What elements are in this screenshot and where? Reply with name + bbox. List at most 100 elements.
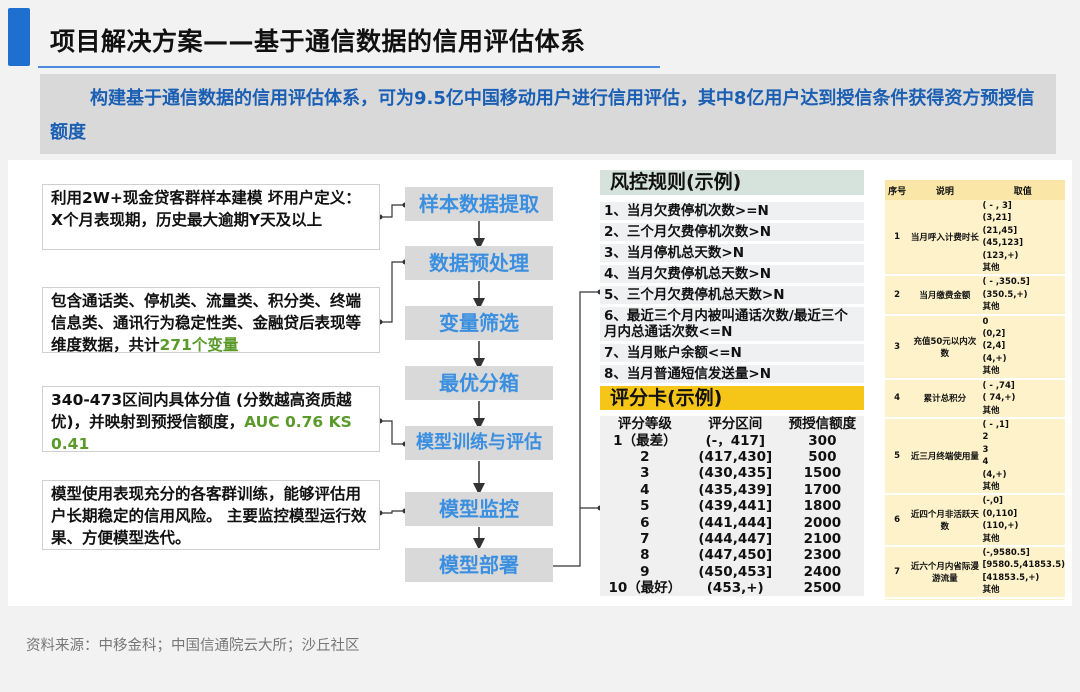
rule-item: 5、三个月欠费停机总天数>N bbox=[600, 286, 864, 304]
scorecard-row: 10（最好） (453,+) 2500 bbox=[600, 580, 864, 596]
scorecard-heading: 评分卡(示例) bbox=[600, 386, 864, 410]
scorecard-row: 8 (447,450] 2300 bbox=[600, 547, 864, 563]
step-model-deployment: 模型部署 bbox=[405, 548, 553, 582]
scorecard-grade: 5 bbox=[640, 498, 650, 515]
variable-value: (350.5,+) bbox=[982, 289, 1028, 300]
description-monitoring: 模型使用表现充分的各客群训练，能够评估用户长期稳定的信用风险。 主要监控模型运行… bbox=[42, 480, 380, 550]
rule-item: 6、最近三个月内被叫通话次数/最近三个月内总通话次数<=N bbox=[600, 307, 864, 341]
variable-values: ( - ,350.5] (350.5,+) 其他 bbox=[980, 275, 1065, 316]
scorecard-grade: 1（最差） bbox=[613, 432, 677, 449]
variable-no: 2 bbox=[885, 275, 910, 316]
variable-no: 1 bbox=[885, 200, 910, 277]
step-optimal-binning: 最优分箱 bbox=[405, 366, 553, 400]
variable-row: 6 近四个月非活跃天数 (-,0] (0,110] (110,+) 其他 bbox=[885, 494, 1065, 547]
scorecard-grade: 2 bbox=[640, 448, 650, 465]
variable-value: ( - ,1] bbox=[982, 419, 1009, 430]
variable-value: (110,+) bbox=[982, 521, 1019, 532]
variables-header-row: 序号 说明 取值 bbox=[885, 180, 1065, 200]
scorecard-limit: 2000 bbox=[803, 514, 842, 531]
scorecard-grade: 10（最好） bbox=[608, 580, 682, 597]
variable-value: 3 bbox=[982, 444, 989, 455]
variable-desc: 当月缴费金额 bbox=[909, 275, 981, 316]
variables-col-desc: 说明 bbox=[909, 180, 981, 200]
description-scoring: 340-473区间内具体分值 (分数越高资质越优)，并映射到预授信额度，AUC … bbox=[42, 386, 380, 453]
variable-value: (2,4] bbox=[982, 341, 1006, 352]
variable-no: 7 bbox=[885, 545, 910, 599]
rule-item: 7、当月账户余额<=N bbox=[600, 344, 864, 362]
scorecard-body: 1（最差） (-，417] 300 2 (417,430] 500 3 (430,435] 15… bbox=[600, 432, 864, 597]
step-preprocessing: 数据预处理 bbox=[405, 246, 553, 280]
scorecard-limit: 500 bbox=[808, 448, 837, 465]
variable-value: 其他 bbox=[982, 366, 1000, 377]
variable-value: (4,+) bbox=[982, 469, 1007, 480]
scorecard-range: (439,441] bbox=[698, 498, 773, 515]
scorecard-grade: 4 bbox=[640, 481, 650, 498]
scorecard-row: 5 (439,441] 1800 bbox=[600, 498, 864, 514]
scorecard-range: (450,453] bbox=[698, 563, 773, 580]
scorecard-table: 评分等级 评分区间 预授信额度 1（最差） (-，417] 300 2 (417,430… bbox=[600, 416, 864, 597]
source-note: 资料来源：中移金科；中国信通院云大所；沙丘社区 bbox=[26, 638, 360, 654]
variable-value: (-,0] bbox=[982, 496, 1003, 507]
variable-value: 2 bbox=[982, 432, 989, 443]
variables-table: 序号 说明 取值 1 当月呼入计费时长( - , 3] (3,21] (21,45](… bbox=[885, 180, 1065, 599]
variable-value: 其他 bbox=[982, 302, 1000, 313]
variable-value: ( 74,+) bbox=[982, 393, 1016, 404]
variable-desc: 当月呼入计费时长 bbox=[909, 200, 981, 277]
slide: 项目解决方案——基于通信数据的信用评估体系 构建基于通信数据的信用评估体系，可为… bbox=[0, 0, 1080, 692]
variable-values: ( - ,74] ( 74,+) 其他 bbox=[980, 378, 1065, 419]
scorecard-range: (453,+) bbox=[706, 580, 764, 597]
scorecard-range: (430,435] bbox=[698, 465, 773, 482]
variable-value: (3,21] bbox=[982, 213, 1012, 224]
variable-value: (45,123] bbox=[982, 238, 1024, 249]
scorecard-range: (-，417] bbox=[705, 432, 766, 449]
scorecard-col-grade: 评分等级 bbox=[617, 416, 672, 433]
rules-heading: 风控规则(示例) bbox=[600, 170, 864, 195]
variable-row: 2 当月缴费金额( - ,350.5] (350.5,+) 其他 bbox=[885, 275, 1065, 316]
variable-no: 6 bbox=[885, 494, 910, 547]
variable-row: 5 近三月终端使用量( - ,1] 2 3 4 (4,+) 其他 bbox=[885, 417, 1065, 496]
variable-row: 3 充值50元以内次数 0 (0,2] (2,4] (4,+) 其他 bbox=[885, 314, 1065, 380]
scorecard-row: 6 (441,444] 2000 bbox=[600, 514, 864, 531]
scorecard-limit: 2300 bbox=[803, 547, 842, 564]
variable-value: ( - , 3] bbox=[982, 201, 1012, 211]
variable-value: 0 bbox=[982, 316, 989, 327]
rules-list: 1、当月欠费停机次数>=N 2、三个月欠费停机次数>N 3、当月停机总天数>N … bbox=[600, 202, 864, 386]
scorecard-row: 9 (450,453] 2400 bbox=[600, 564, 864, 580]
variable-value: (0,2] bbox=[982, 329, 1006, 340]
variable-value: [9580.5,41853.5) bbox=[982, 560, 1065, 571]
variable-row: 4 累计总积分( - ,74] ( 74,+) 其他 bbox=[885, 378, 1065, 419]
description-sample: 利用2W+现金贷客群样本建模 坏用户定义：X个月表现期，历史最大逾期Y天及以上 bbox=[42, 184, 380, 250]
variable-no: 3 bbox=[885, 314, 910, 380]
variables-body: 1 当月呼入计费时长( - , 3] (3,21] (21,45] (45,123] (1… bbox=[885, 200, 1065, 599]
rule-item: 8、当月普通短信发送量>N bbox=[600, 365, 864, 383]
scorecard-range: (435,439] bbox=[698, 481, 773, 498]
variable-values: ( - , 3] (3,21] (21,45] (45,123] (123,+) 其他 bbox=[980, 200, 1065, 277]
variable-row: 7 近六个月内省际漫游流量 (-,9580.5] [9580.5,41853.5) [4… bbox=[885, 545, 1065, 599]
variable-values: 0 (0,2] (2,4] (4,+) 其他 bbox=[980, 314, 1065, 380]
scorecard-row: 4 (435,439] 1700 bbox=[600, 482, 864, 498]
variable-value: 其他 bbox=[982, 533, 1000, 544]
scorecard-range: (441,444] bbox=[698, 514, 773, 531]
description-monitoring-text: 模型使用表现充分的各客群训练，能够评估用户长期稳定的信用风险。 主要监控模型运行… bbox=[51, 485, 367, 547]
variable-value: [41853.5,+) bbox=[982, 572, 1040, 583]
variable-value: 其他 bbox=[982, 405, 1000, 416]
scorecard-grade: 9 bbox=[640, 563, 650, 580]
variable-no: 5 bbox=[885, 417, 910, 496]
variable-no: 4 bbox=[885, 378, 910, 419]
variable-value: ( - ,74] bbox=[982, 380, 1015, 391]
step-variable-selection: 变量筛选 bbox=[405, 306, 553, 340]
variable-value: (0,110] bbox=[982, 508, 1018, 519]
variable-desc: 近六个月内省际漫游流量 bbox=[909, 545, 981, 599]
variable-value: 4 bbox=[982, 457, 989, 468]
scorecard-row: 7 (444,447] 2100 bbox=[600, 531, 864, 547]
variable-value: (-,9580.5] bbox=[982, 547, 1030, 558]
scorecard-range: (417,430] bbox=[698, 448, 773, 465]
variable-value: 其他 bbox=[982, 263, 1000, 274]
scorecard-grade: 6 bbox=[640, 514, 650, 531]
scorecard-limit: 1800 bbox=[803, 498, 842, 515]
step-model-training: 模型训练与评估 bbox=[405, 426, 553, 460]
scorecard-range: (444,447] bbox=[698, 530, 773, 547]
scorecard-limit: 300 bbox=[808, 432, 837, 449]
variable-desc: 近三月终端使用量 bbox=[909, 417, 981, 496]
scorecard-row: 2 (417,430] 500 bbox=[600, 449, 864, 465]
